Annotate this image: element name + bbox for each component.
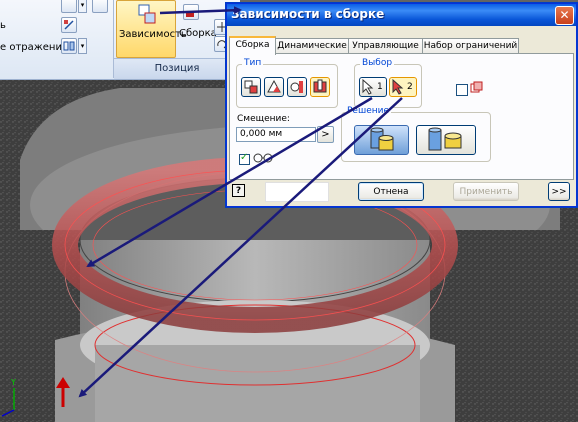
assembly-constraint-dialog: Зависимости в сборке ✕ Сборка Динамическ… [226,3,577,207]
cancel-button[interactable]: Отнена [358,182,424,201]
tab-dynamic[interactable]: Динамические [275,38,349,53]
help-button[interactable]: ? [232,184,245,197]
tab-assembly[interactable]: Сборка [229,36,276,55]
part-first-icon [470,81,483,93]
angle-icon[interactable] [264,77,284,97]
checkmark-icon: ✓ [240,152,249,163]
ok-button[interactable] [265,182,329,202]
tab-constraint-set[interactable]: Набор ограничений [422,38,519,53]
select-first-number: 1 [377,82,383,92]
pattern-icon[interactable] [61,17,77,33]
select-second-button[interactable]: 2 [389,77,417,97]
opposed-solution-icon [370,127,394,151]
offset-menu-button[interactable]: > [317,126,334,143]
dialog-titlebar[interactable]: Зависимости в сборке ✕ [227,4,576,26]
solution-group-title: Решение [345,106,392,116]
offset-input[interactable] [236,127,316,142]
ribbon-tool-button-2[interactable] [92,0,108,13]
select-first-button[interactable]: 1 [359,77,387,97]
pick-part-first-checkbox[interactable] [456,84,468,96]
aligned-solution-icon [428,127,462,151]
tab-driving[interactable]: Управляющие [348,38,423,53]
ribbon-truncated-label: ь [0,20,6,31]
chevron-down-icon[interactable]: ▾ [78,38,87,54]
offset-label: Смещение: [237,114,290,124]
chevron-down-icon[interactable]: ▾ [78,0,87,13]
position-group-label: Позиция [114,58,240,79]
apply-button[interactable]: Применить [453,182,519,201]
solution-group: Решение [341,106,491,162]
dialog-title: Зависимости в сборке [231,7,385,21]
assembly-label[interactable]: Сборка [179,28,217,39]
selection-group: Выбор 1 2 [354,58,422,108]
tab-panel-assembly: Тип Выбор 1 2 Смещение: 0,000 мм > ✓ Реш… [229,53,574,180]
ribbon-panel: ь е отражение ▾ ▾ Зависимость Сборка Поз… [0,0,240,80]
insert-icon[interactable] [310,77,330,97]
type-group-title: Тип [242,58,264,68]
axis-y-label: Y [10,378,16,387]
constraint-icon [138,4,156,24]
mate-icon[interactable] [241,77,261,97]
mirror-icon[interactable] [61,38,77,54]
solution-opposed-button[interactable] [354,125,409,155]
select-second-number: 2 [407,82,413,92]
close-icon[interactable]: ✕ [555,6,574,25]
glasses-icon [253,153,273,163]
preview-checkbox[interactable]: ✓ [239,152,250,165]
constraint-label: Зависимость [119,29,187,40]
type-group: Тип [236,58,338,108]
selection-group-title: Выбор [360,58,395,68]
more-button[interactable]: >> [548,182,570,201]
solution-aligned-button[interactable] [416,125,476,155]
tangent-icon[interactable] [287,77,307,97]
mirror-label[interactable]: е отражение [0,42,68,53]
constraint-button[interactable]: Зависимость [116,0,187,58]
assemble-icon[interactable] [183,4,199,20]
ribbon-tool-button[interactable] [61,0,77,13]
